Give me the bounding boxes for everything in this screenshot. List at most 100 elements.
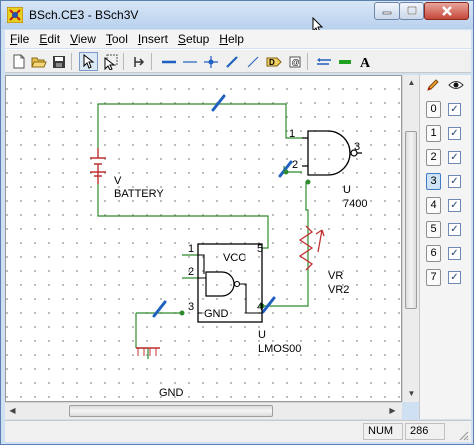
svg-text:@: @ (291, 58, 299, 67)
select-pointer-icon (83, 54, 94, 69)
layer-row[interactable]: 4 ✓ (424, 197, 468, 215)
ic-ref: U (258, 329, 266, 341)
comment-button[interactable]: @ (285, 52, 304, 71)
vertical-scrollbar[interactable]: ▲ ▼ (402, 75, 419, 402)
place-component-button[interactable] (129, 52, 148, 71)
layer-row[interactable]: 5 ✓ (424, 221, 468, 239)
dashed-line-button[interactable] (243, 52, 262, 71)
menu-insert[interactable]: Insert (133, 32, 173, 46)
menu-setup[interactable]: Setup (173, 32, 214, 46)
layer-select-button[interactable]: 1 (426, 125, 441, 142)
junction-button[interactable] (201, 52, 220, 71)
layer-visible-checkbox[interactable]: ✓ (448, 223, 461, 236)
menu-view[interactable]: View (65, 32, 101, 46)
drag-select-button[interactable] (100, 52, 119, 71)
menu-setup-label: etup (185, 32, 210, 46)
layer-visible-checkbox[interactable]: ✓ (448, 175, 461, 188)
entry-button[interactable] (222, 52, 241, 71)
new-file-button[interactable] (9, 52, 28, 71)
menu-help-key: H (219, 32, 228, 46)
layer-select-button[interactable]: 6 (426, 245, 441, 262)
scroll-right-icon[interactable]: ▶ (387, 405, 398, 416)
layer-visible-checkbox[interactable]: ✓ (448, 247, 461, 260)
layer-select-button[interactable]: 4 (426, 197, 441, 214)
resize-grip-icon[interactable] (457, 429, 469, 441)
bus-button[interactable] (180, 52, 199, 71)
scroll-left-icon[interactable]: ◀ (7, 405, 18, 416)
layer-row[interactable]: 2 ✓ (424, 149, 468, 167)
tag-button[interactable]: D (264, 52, 283, 71)
layer-select-button[interactable]: 2 (426, 149, 441, 166)
layer-select-button[interactable]: 7 (426, 269, 441, 286)
menu-tool[interactable]: Tool (101, 32, 133, 46)
maximize-button[interactable] (399, 2, 424, 20)
ic-pin2: 2 (188, 266, 194, 278)
vertical-scroll-thumb[interactable] (405, 131, 417, 309)
menu-file-label: ile (17, 32, 30, 46)
ic-pin4: 4 (257, 301, 263, 313)
ic-name: LMOS00 (258, 343, 301, 355)
text-button[interactable]: A (356, 52, 375, 71)
layer-row[interactable]: 7 ✓ (424, 269, 468, 287)
open-file-icon (30, 57, 47, 67)
scroll-down-icon[interactable]: ▼ (406, 388, 417, 399)
toolbar: D @ A (5, 49, 471, 73)
horizontal-scroll-thumb[interactable] (69, 405, 273, 417)
select-pointer-button[interactable] (79, 52, 98, 71)
eye-icon (448, 81, 464, 89)
pencil-icon (427, 79, 439, 91)
menu-file[interactable]: File (5, 32, 34, 46)
layer-select-button[interactable]: 0 (426, 101, 441, 118)
schematic-canvas[interactable]: V BATTERY 1 2 3 U 7400 VR VR2 1 2 3 4 5 … (5, 75, 402, 402)
svg-text:A: A (360, 56, 371, 69)
ic-pin5: 5 (257, 243, 263, 255)
layer-row[interactable]: 1 ✓ (424, 125, 468, 143)
layer-row[interactable]: 3 ✓ (424, 173, 468, 191)
toolbar-separator (307, 53, 308, 70)
schematic-drawing: V BATTERY 1 2 3 U 7400 VR VR2 1 2 3 4 5 … (90, 94, 367, 399)
layer-visible-checkbox[interactable]: ✓ (448, 151, 461, 164)
ic-pin3: 3 (188, 301, 194, 313)
nand-pin3: 3 (354, 141, 360, 153)
horizontal-scrollbar[interactable]: ◀ ▶ (5, 402, 402, 419)
num-lock-indicator: NUM (363, 423, 403, 440)
open-file-button[interactable] (29, 52, 48, 71)
close-button[interactable] (424, 2, 469, 20)
wire-icon (161, 60, 176, 63)
resistor-name: VR2 (328, 284, 349, 296)
wire-button[interactable] (159, 52, 178, 71)
comment-icon: @ (289, 56, 300, 67)
svg-text:D: D (269, 58, 275, 67)
entry-ic-left (152, 300, 167, 318)
wires (97, 103, 309, 359)
layer-visible-checkbox[interactable]: ✓ (448, 103, 461, 116)
layer-select-button-active[interactable]: 3 (426, 173, 441, 190)
entry-top (211, 94, 226, 112)
minimize-button[interactable] (374, 2, 400, 20)
toolbar-separator (71, 53, 72, 70)
small-line-button[interactable] (335, 52, 354, 71)
battery-ref: V (114, 175, 122, 187)
new-file-icon (13, 54, 24, 69)
menu-help[interactable]: Help (214, 32, 249, 46)
menu-tool-label: ool (111, 32, 128, 46)
menu-help-label: elp (227, 32, 244, 46)
app-window: BSch.CE3 - BSch3V File Edit View Tool In… (0, 0, 474, 445)
save-button[interactable] (49, 52, 68, 71)
label-button[interactable] (314, 52, 333, 71)
layer-visible-checkbox[interactable]: ✓ (448, 199, 461, 212)
nand-ref: U (343, 184, 351, 196)
wire-top (97, 103, 302, 148)
app-icon (7, 7, 23, 23)
tag-icon: D (266, 57, 282, 67)
layer-visible-checkbox[interactable]: ✓ (448, 271, 461, 284)
layer-row[interactable]: 6 ✓ (424, 245, 468, 263)
layer-visible-checkbox[interactable]: ✓ (448, 127, 461, 140)
layer-row[interactable]: 0 ✓ (424, 101, 468, 119)
menu-edit[interactable]: Edit (34, 32, 65, 46)
title-bar[interactable]: BSch.CE3 - BSch3V (1, 1, 473, 34)
scroll-up-icon[interactable]: ▲ (406, 77, 417, 88)
layer-select-button[interactable]: 5 (426, 221, 441, 238)
junction-icon (203, 55, 218, 68)
text-icon: A (360, 56, 371, 69)
